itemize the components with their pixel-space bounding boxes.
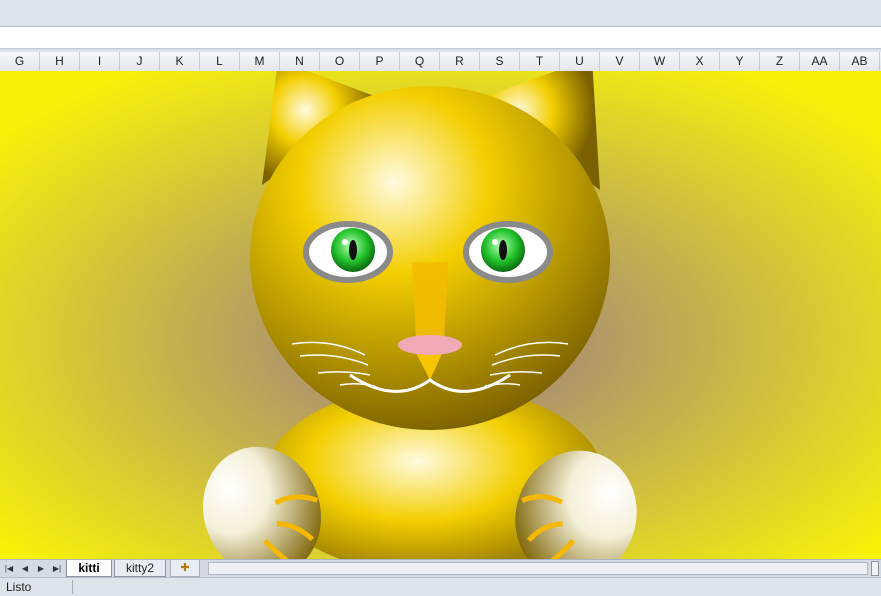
column-header-s[interactable]: S xyxy=(480,52,520,71)
column-header-o[interactable]: O xyxy=(320,52,360,71)
column-header-ab[interactable]: AB xyxy=(840,52,880,71)
horizontal-scrollbar[interactable] xyxy=(208,562,868,575)
column-header-x[interactable]: X xyxy=(680,52,720,71)
column-header-r[interactable]: R xyxy=(440,52,480,71)
cat-nose-bridge xyxy=(412,262,448,340)
column-header-y[interactable]: Y xyxy=(720,52,760,71)
sheet-tab-bar: |◀ ◀ ▶ ▶| kitti kitty2 ✚ xyxy=(0,559,881,578)
column-header-u[interactable]: U xyxy=(560,52,600,71)
column-header-i[interactable]: I xyxy=(80,52,120,71)
cat-right-pupil xyxy=(499,240,507,260)
column-header-j[interactable]: J xyxy=(120,52,160,71)
column-header-h[interactable]: H xyxy=(40,52,80,71)
tab-kitty2[interactable]: kitty2 xyxy=(114,560,166,577)
column-header-q[interactable]: Q xyxy=(400,52,440,71)
prev-sheet-icon[interactable]: ◀ xyxy=(18,562,32,576)
next-sheet-icon[interactable]: ▶ xyxy=(34,562,48,576)
cat-drawing xyxy=(0,71,881,559)
column-header-n[interactable]: N xyxy=(280,52,320,71)
first-sheet-icon[interactable]: |◀ xyxy=(2,562,16,576)
insert-worksheet-icon[interactable]: ✚ xyxy=(170,560,200,577)
column-header-g[interactable]: G xyxy=(0,52,40,71)
tab-split-handle[interactable] xyxy=(871,561,879,576)
column-header-row: G H I J K L M N O P Q R S T U V W X Y Z … xyxy=(0,52,881,72)
sheet-nav-buttons: |◀ ◀ ▶ ▶| xyxy=(2,562,64,576)
worksheet-drawing-canvas[interactable] xyxy=(0,71,881,559)
column-header-l[interactable]: L xyxy=(200,52,240,71)
column-header-p[interactable]: P xyxy=(360,52,400,71)
column-header-k[interactable]: K xyxy=(160,52,200,71)
last-sheet-icon[interactable]: ▶| xyxy=(50,562,64,576)
column-header-t[interactable]: T xyxy=(520,52,560,71)
ribbon-area xyxy=(0,0,881,27)
status-text: Listo xyxy=(6,580,32,594)
status-bar: Listo xyxy=(0,577,881,596)
cat-left-eye-glint xyxy=(342,239,348,245)
column-header-m[interactable]: M xyxy=(240,52,280,71)
tab-kitti[interactable]: kitti xyxy=(66,560,112,577)
status-divider xyxy=(72,580,73,594)
cat-right-eye-glint xyxy=(492,239,498,245)
column-header-aa[interactable]: AA xyxy=(800,52,840,71)
cat-left-pupil xyxy=(349,240,357,260)
formula-bar[interactable] xyxy=(0,27,881,49)
column-header-v[interactable]: V xyxy=(600,52,640,71)
column-header-z[interactable]: Z xyxy=(760,52,800,71)
column-header-w[interactable]: W xyxy=(640,52,680,71)
cat-nose xyxy=(398,335,462,355)
